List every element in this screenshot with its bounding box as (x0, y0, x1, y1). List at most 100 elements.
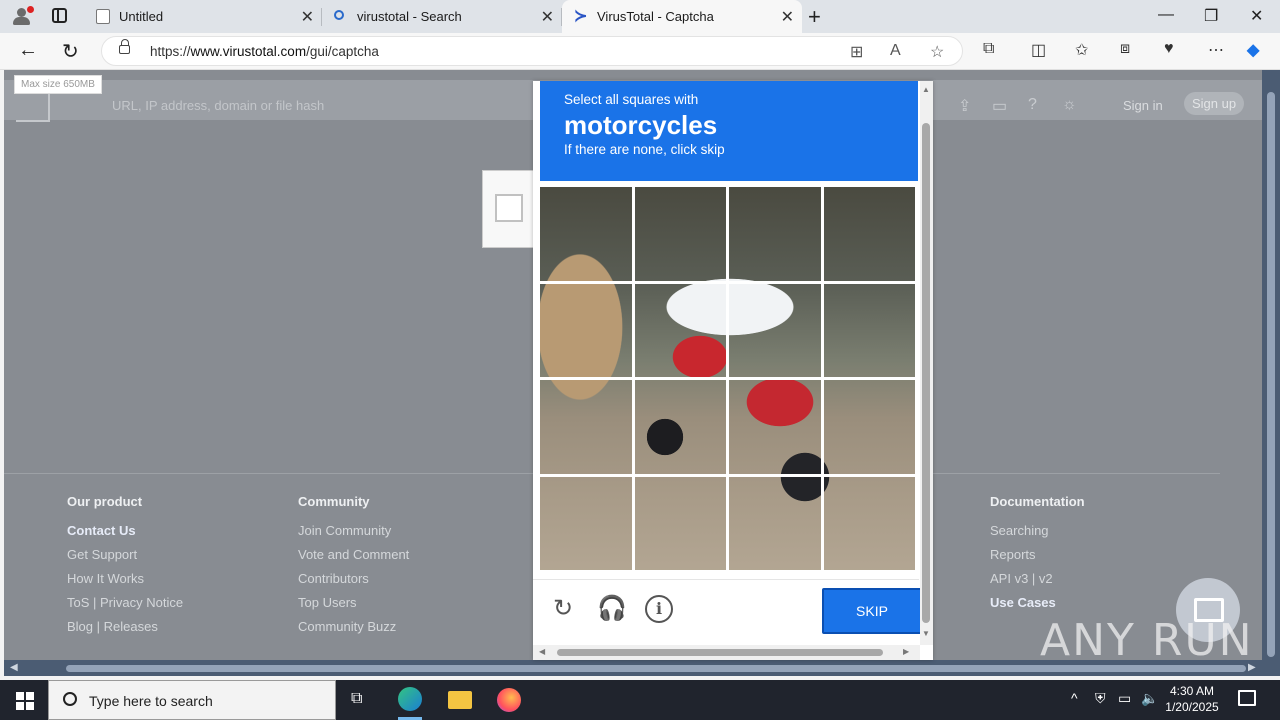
system-clock[interactable]: 4:30 AM 1/20/2025 (1160, 683, 1224, 715)
captcha-tile[interactable] (634, 380, 729, 477)
tab-virustotal-captcha[interactable]: ≻ VirusTotal - Captcha ✕ (562, 0, 802, 33)
captcha-horizontal-scrollbar[interactable]: ◀ ▶ (533, 645, 920, 660)
copilot-icon[interactable]: ◆ (1247, 40, 1259, 60)
show-hidden-icons-icon[interactable]: ^ (1071, 690, 1078, 706)
footer-heading: Our product (67, 494, 143, 509)
tab-actions-icon[interactable] (52, 8, 67, 23)
scrollbar-thumb[interactable] (66, 665, 1246, 672)
back-icon[interactable]: ← (18, 39, 38, 62)
scrollbar-thumb[interactable] (557, 649, 883, 656)
captcha-target-label: motorcycles (564, 110, 718, 140)
captcha-tile[interactable] (823, 476, 918, 573)
captcha-tile[interactable] (634, 187, 729, 284)
browser-essentials-icon[interactable]: ♥ (1164, 40, 1174, 58)
tab-virustotal-search[interactable]: virustotal - Search ✕ (322, 0, 562, 33)
sign-up-button[interactable]: Sign up (1184, 92, 1245, 115)
scroll-down-icon[interactable]: ▼ (922, 629, 930, 638)
page-vertical-scrollbar[interactable] (1262, 70, 1280, 676)
volume-icon[interactable]: 🔈 (1141, 690, 1158, 707)
task-view-icon[interactable]: ⧉ (340, 684, 380, 720)
file-explorer-icon[interactable] (440, 684, 480, 720)
scrollbar-thumb[interactable] (922, 123, 930, 623)
captcha-tile[interactable] (729, 380, 824, 477)
footer-link[interactable]: Community Buzz (298, 615, 409, 639)
tab-untitled[interactable]: Untitled ✕ (84, 0, 322, 33)
document-icon (96, 9, 110, 24)
virustotal-logo[interactable] (12, 90, 52, 122)
new-tab-icon[interactable]: + (808, 4, 821, 30)
chat-icon[interactable]: ▭ (992, 96, 1007, 116)
captcha-tile[interactable] (823, 380, 918, 477)
taskbar-search-input[interactable]: Type here to search (48, 680, 336, 720)
scroll-left-icon[interactable]: ◀ (539, 647, 545, 656)
scroll-up-icon[interactable]: ▲ (922, 85, 930, 94)
profile-icon[interactable] (10, 5, 34, 27)
search-icon (63, 692, 77, 706)
footer-link[interactable]: Get Support (67, 543, 183, 567)
skip-button[interactable]: SKIP (822, 588, 922, 634)
split-screen-icon[interactable]: ◫ (1031, 40, 1046, 60)
app-available-icon[interactable]: ⊞ (850, 42, 863, 62)
audio-challenge-icon[interactable]: 🎧 (597, 595, 627, 623)
footer-link[interactable]: Top Users (298, 591, 409, 615)
search-input[interactable]: URL, IP address, domain or file hash (112, 98, 324, 113)
footer-link[interactable]: Vote and Comment (298, 543, 409, 567)
captcha-tile[interactable] (540, 380, 635, 477)
footer-link[interactable]: Join Community (298, 519, 409, 543)
favorites-icon[interactable]: ✩ (1075, 40, 1088, 60)
footer-link[interactable]: Blog | Releases (67, 615, 183, 639)
close-window-icon[interactable]: ✕ (1250, 6, 1263, 26)
close-tab-icon[interactable]: ✕ (541, 7, 554, 27)
captcha-tile[interactable] (729, 476, 824, 573)
upload-icon[interactable]: ⇪ (958, 96, 971, 116)
footer-link[interactable]: Contact Us (67, 519, 183, 543)
info-icon[interactable]: i (645, 595, 673, 623)
scroll-left-icon[interactable]: ◀ (10, 662, 18, 673)
windows-taskbar: Type here to search ⧉ ^ ⛨ ▭ 🔈 4:30 AM 1/… (0, 680, 1280, 720)
captcha-tile[interactable] (634, 476, 729, 573)
captcha-tile[interactable] (823, 283, 918, 380)
captcha-tile[interactable] (634, 283, 729, 380)
scrollbar-thumb[interactable] (1267, 92, 1275, 657)
footer-link[interactable]: Reports (990, 543, 1085, 567)
firefox-icon[interactable] (489, 684, 529, 720)
favorite-star-icon[interactable]: ☆ (930, 42, 944, 62)
footer-link[interactable]: How It Works (67, 567, 183, 591)
minimize-icon[interactable]: — (1158, 6, 1174, 24)
captcha-checkbox[interactable] (495, 194, 523, 222)
network-icon[interactable]: ▭ (1118, 690, 1131, 707)
sign-in-link[interactable]: Sign in (1123, 98, 1163, 113)
footer-link[interactable]: Searching (990, 519, 1085, 543)
tab-bar: Untitled ✕ virustotal - Search ✕ ≻ Virus… (0, 0, 1280, 33)
captcha-tile[interactable] (729, 187, 824, 284)
windows-start-icon[interactable] (16, 692, 34, 710)
reload-icon[interactable]: ↻ (549, 595, 577, 623)
read-aloud-icon[interactable]: A (890, 42, 901, 60)
scroll-right-icon[interactable]: ▶ (903, 647, 909, 656)
extensions-icon[interactable]: ⧉ (983, 40, 994, 58)
clock-time: 4:30 AM (1169, 684, 1215, 698)
captcha-tile[interactable] (823, 187, 918, 284)
footer-link[interactable]: ToS | Privacy Notice (67, 591, 183, 615)
captcha-vertical-scrollbar[interactable]: ▲ ▼ (920, 81, 933, 645)
refresh-icon[interactable]: ↻ (62, 39, 79, 64)
help-icon[interactable]: ? (1028, 96, 1037, 114)
footer-link[interactable]: API v3 | v2 (990, 567, 1085, 591)
url-field[interactable]: https://www.virustotal.com/gui/captcha ⊞… (101, 36, 963, 66)
footer-link[interactable]: Contributors (298, 567, 409, 591)
captcha-tile[interactable] (540, 187, 635, 284)
edge-browser-icon[interactable] (390, 684, 430, 720)
close-tab-icon[interactable]: ✕ (301, 7, 314, 27)
footer-link[interactable]: Use Cases (990, 591, 1085, 615)
captcha-tile[interactable] (729, 283, 824, 380)
close-tab-icon[interactable]: ✕ (781, 7, 794, 27)
notifications-icon[interactable] (1238, 690, 1256, 706)
collections-icon[interactable]: ⧈ (1120, 40, 1130, 58)
captcha-tile[interactable] (540, 283, 635, 380)
restore-icon[interactable]: ❐ (1204, 6, 1218, 26)
more-menu-icon[interactable]: ⋯ (1208, 40, 1224, 60)
theme-sun-icon[interactable]: ☼ (1062, 96, 1077, 114)
captcha-tile[interactable] (540, 476, 635, 573)
search-icon (334, 10, 344, 20)
network-security-icon[interactable]: ⛨ (1095, 690, 1106, 707)
